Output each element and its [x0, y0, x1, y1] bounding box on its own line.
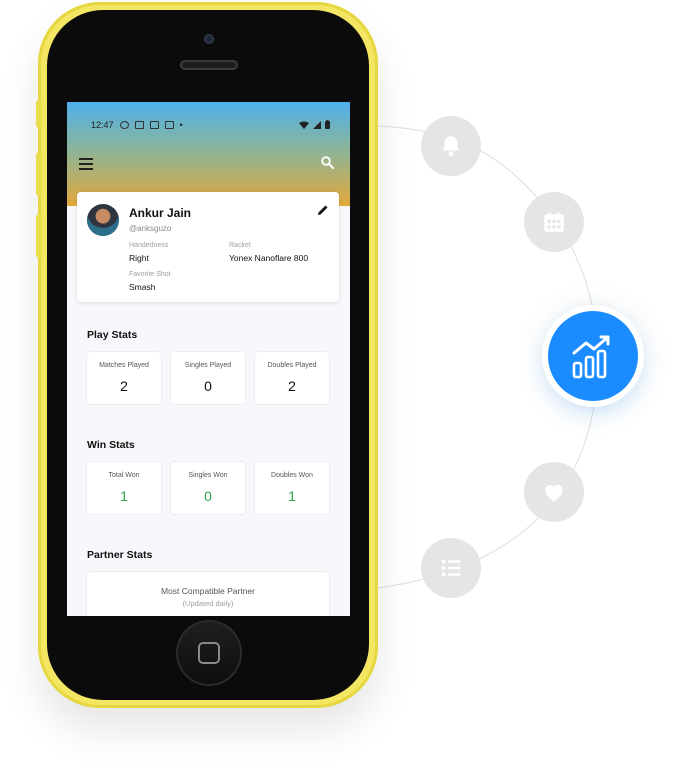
stat-value: 0 [204, 378, 212, 394]
stat-label: Singles Won [188, 472, 228, 479]
favorites-button[interactable] [524, 462, 584, 522]
status-icons [299, 120, 330, 129]
message-icon [119, 121, 129, 129]
analytics-chart-icon [572, 335, 610, 379]
volume-up-button [36, 152, 42, 196]
front-camera [204, 34, 214, 44]
home-button[interactable] [178, 622, 240, 684]
bell-icon [442, 136, 460, 156]
stat-singles-played: Singles Played 0 [171, 352, 245, 404]
notification-icon [164, 121, 174, 129]
phone-screen: 12:47 • Ankur Jain @anksguzo Handedness … [67, 102, 350, 616]
mute-switch [36, 100, 42, 128]
calendar-icon [544, 212, 564, 232]
stat-value: 2 [288, 378, 296, 394]
handedness-value: Right [129, 253, 149, 263]
notification-icon [149, 121, 159, 129]
win-stats-title: Win Stats [87, 439, 135, 451]
heart-icon [545, 484, 563, 502]
home-square-icon [198, 642, 220, 664]
stat-label: Total Won [108, 472, 140, 479]
stat-singles-won: Singles Won 0 [171, 462, 245, 514]
favorite-shot-value: Smash [129, 282, 156, 292]
partner-card-title: Most Compatible Partner [160, 586, 255, 596]
app-header: 12:47 • [67, 102, 350, 206]
stat-label: Doubles Played [267, 362, 317, 369]
stat-label: Matches Played [99, 362, 149, 369]
list-icon [441, 559, 461, 577]
earpiece-speaker [180, 60, 238, 70]
bell-button[interactable] [421, 116, 481, 176]
stat-label: Doubles Won [271, 472, 313, 479]
stat-value: 1 [120, 488, 128, 504]
status-time: 12:47 [91, 120, 114, 130]
favorite-shot-label: Favorite Shot [129, 271, 171, 278]
search-icon[interactable] [321, 156, 334, 169]
stat-total-won: Total Won 1 [87, 462, 161, 514]
racket-label: Racket [229, 242, 251, 249]
status-bar: 12:47 • [91, 120, 183, 130]
calendar-button[interactable] [524, 192, 584, 252]
volume-down-button [36, 214, 42, 258]
stat-matches-played: Matches Played 2 [87, 352, 161, 404]
edit-pencil-icon[interactable] [317, 204, 329, 216]
battery-icon [325, 120, 330, 129]
partner-stats-title: Partner Stats [87, 549, 153, 561]
profile-card: Ankur Jain @anksguzo Handedness Right Ra… [77, 192, 339, 302]
racket-value: Yonex Nanoflare 800 [229, 253, 309, 263]
handedness-label: Handedness [129, 242, 169, 249]
stat-value: 1 [288, 488, 296, 504]
stat-label: Singles Played [184, 362, 232, 369]
partner-card-subtitle: (Updated daily) [182, 599, 234, 608]
profile-handle: @anksguzo [129, 224, 172, 233]
stat-value: 2 [120, 378, 128, 394]
hamburger-menu-icon[interactable] [79, 158, 93, 173]
play-stats-title: Play Stats [87, 329, 138, 341]
partner-card[interactable]: Most Compatible Partner (Updated daily) [87, 572, 329, 616]
analytics-button[interactable] [548, 311, 638, 401]
wifi-icon [299, 121, 309, 129]
signal-icon [313, 120, 321, 129]
more-dot-icon: • [179, 120, 183, 130]
avatar [87, 204, 119, 236]
stat-doubles-played: Doubles Played 2 [255, 352, 329, 404]
profile-name: Ankur Jain [129, 206, 192, 220]
notification-icon [134, 121, 144, 129]
list-button[interactable] [421, 538, 481, 598]
stat-value: 0 [204, 488, 212, 504]
stat-doubles-won: Doubles Won 1 [255, 462, 329, 514]
stats-section: Play Stats Matches Played 2 Singles Play… [77, 314, 339, 616]
